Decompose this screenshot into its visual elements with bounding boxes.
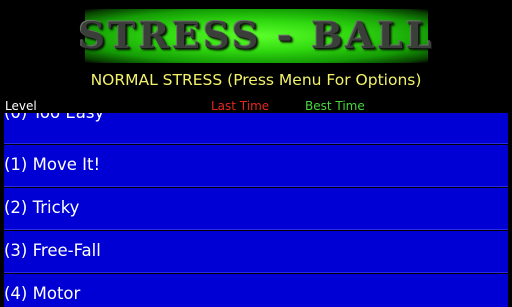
level-label: (1) Move It! [4,155,101,174]
level-item-free-fall[interactable]: (3) Free-Fall [4,231,508,273]
level-item-motor[interactable]: (4) Motor [4,274,508,307]
level-item-move-it[interactable]: (1) Move It! [4,145,508,187]
column-best-time-header: Best Time [305,99,365,113]
logo-text: STRESS - BALL [78,15,435,57]
column-last-time-header: Last Time [211,99,270,113]
level-label: (4) Motor [4,284,81,303]
level-label: (2) Tricky [4,198,80,217]
column-level-header: Level [5,99,37,113]
level-list[interactable]: (0) Too Easy (1) Move It! (2) Tricky (3)… [4,113,508,307]
level-label: (0) Too Easy [4,113,104,122]
level-item-tricky[interactable]: (2) Tricky [4,188,508,230]
mode-subtitle: NORMAL STRESS (Press Menu For Options) [90,71,422,89]
level-label: (3) Free-Fall [4,241,101,260]
game-logo: STRESS - BALL [78,9,432,63]
level-item-too-easy[interactable]: (0) Too Easy [4,113,508,144]
list-right-edge [508,113,512,307]
